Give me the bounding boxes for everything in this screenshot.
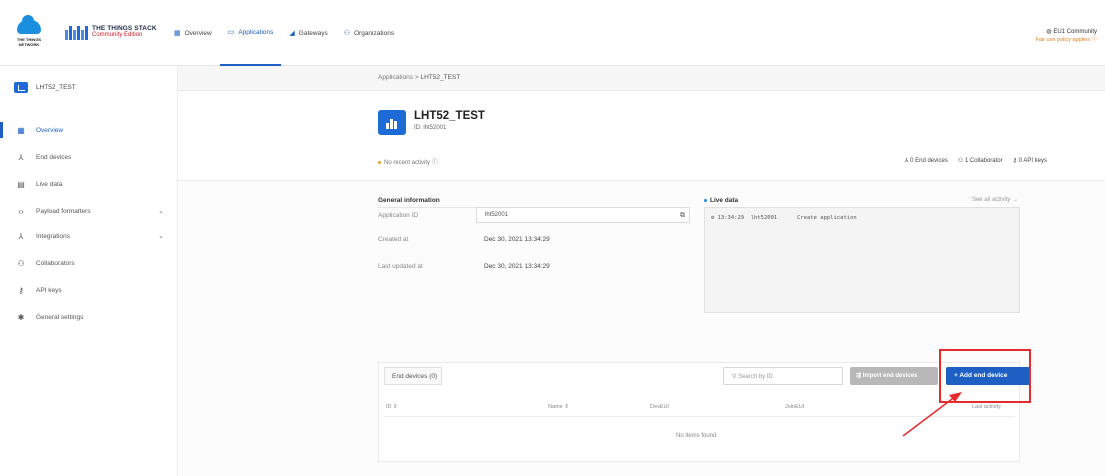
annotation-arrow-icon <box>902 392 962 437</box>
